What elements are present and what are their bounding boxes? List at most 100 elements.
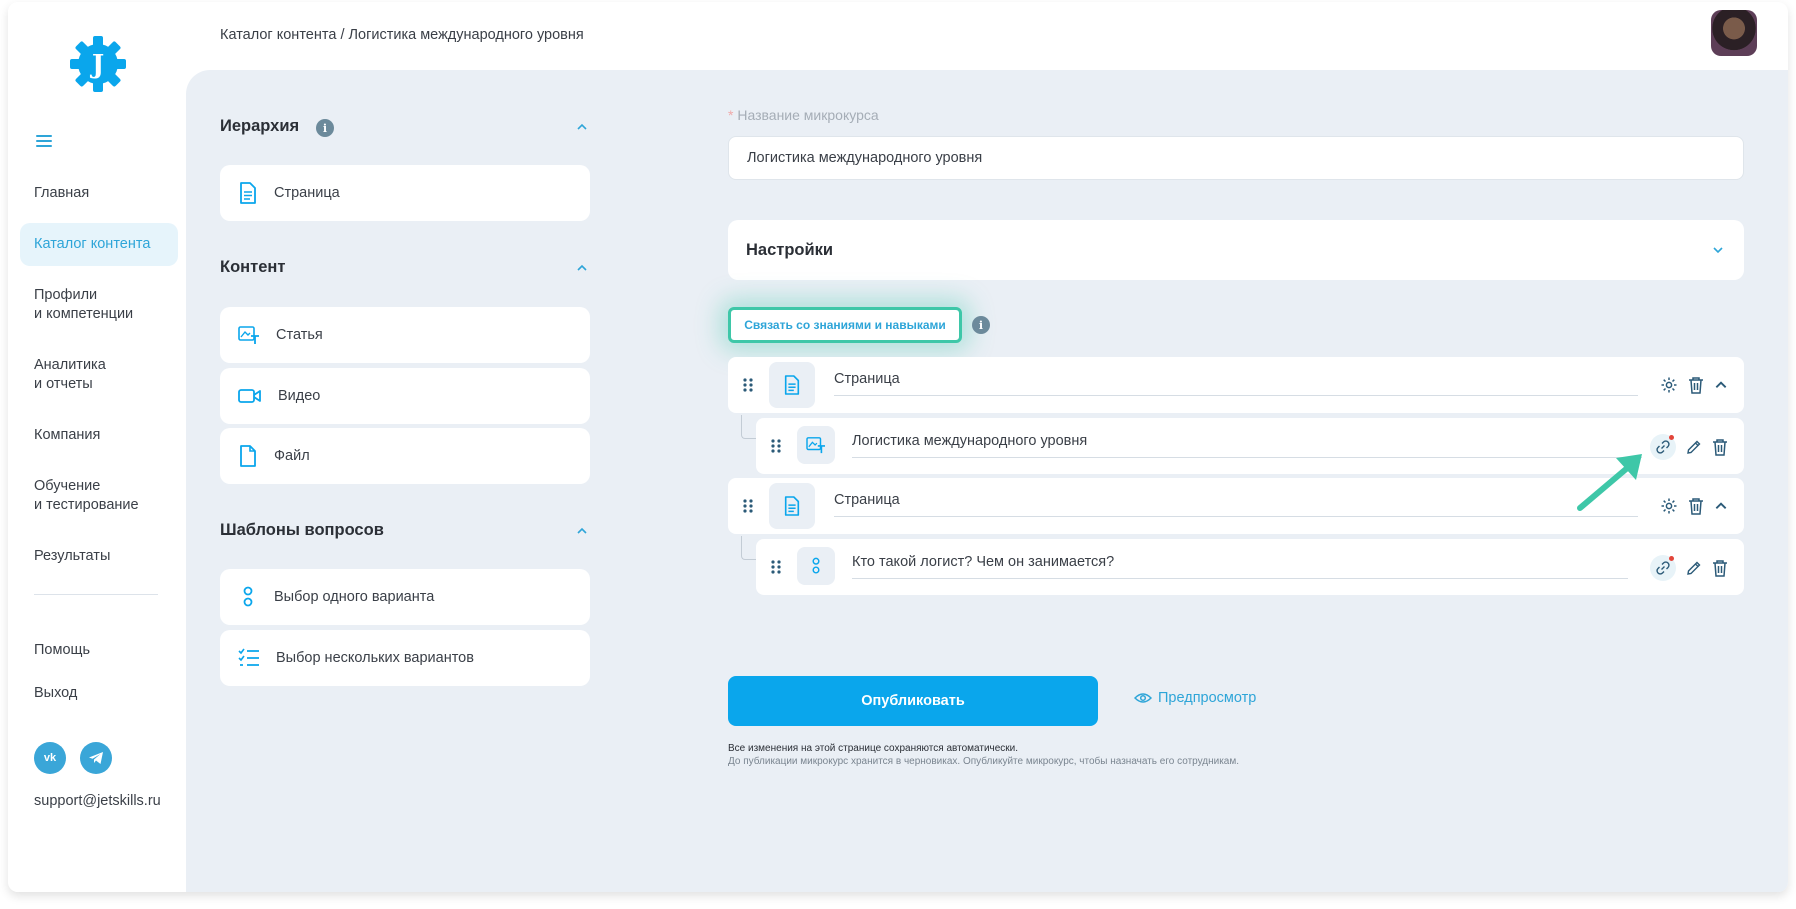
structure-page-row[interactable]: Страница xyxy=(728,357,1744,413)
drag-handle-icon[interactable] xyxy=(742,377,754,393)
pencil-icon[interactable] xyxy=(1686,439,1702,455)
link-skills-info-icon[interactable]: i xyxy=(972,316,990,334)
sidebar-item-profiles[interactable]: Профили и компетенции xyxy=(20,274,178,336)
name-field-label-text: Название микрокурса xyxy=(737,107,879,123)
page-icon xyxy=(240,182,256,204)
single-choice-icon xyxy=(243,586,253,607)
settings-panel[interactable]: Настройки xyxy=(728,220,1744,280)
row-actions xyxy=(1660,497,1728,515)
social-links: vk xyxy=(34,742,112,774)
palette-item-single-choice[interactable]: Выбор одного варианта xyxy=(220,569,590,625)
palette-item-video[interactable]: Видео xyxy=(220,368,590,424)
vk-icon[interactable]: vk xyxy=(34,742,66,774)
palette-item-single-choice-label: Выбор одного варианта xyxy=(274,589,435,605)
app-window: J Главная Каталог контента Профили и ком… xyxy=(8,2,1788,892)
single-choice-icon xyxy=(812,557,820,574)
breadcrumb: Каталог контента / Логистика международн… xyxy=(220,27,584,43)
structure-page-title[interactable]: Страница xyxy=(834,371,1638,396)
page-tile xyxy=(769,483,815,529)
preview-link[interactable]: Предпросмотр xyxy=(1134,690,1256,706)
hierarchy-info-icon[interactable]: i xyxy=(316,119,334,137)
logout-link[interactable]: Выход xyxy=(34,685,90,701)
article-icon xyxy=(806,437,825,454)
structure-page-title[interactable]: Страница xyxy=(834,492,1638,517)
pointer-arrow-icon xyxy=(1577,454,1642,511)
vk-label: vk xyxy=(43,752,57,764)
question-tile xyxy=(797,547,835,585)
trash-icon[interactable] xyxy=(1712,438,1728,456)
sidebar-item-training[interactable]: Обучение и тестирование xyxy=(20,465,178,527)
link-icon[interactable] xyxy=(1650,555,1676,581)
microcourse-name-input[interactable] xyxy=(728,136,1744,180)
sidebar-item-home[interactable]: Главная xyxy=(20,172,178,215)
chevron-up-icon[interactable] xyxy=(1714,378,1728,392)
page-icon xyxy=(784,496,800,516)
palette-item-file[interactable]: Файл xyxy=(220,428,590,484)
palette-item-multi-choice[interactable]: Выбор нескольких вариантов xyxy=(220,630,590,686)
palette-item-page-label: Страница xyxy=(274,185,340,201)
file-icon xyxy=(240,445,256,467)
row-actions xyxy=(1650,434,1728,460)
avatar[interactable] xyxy=(1711,10,1757,56)
logo[interactable]: J xyxy=(66,32,130,96)
telegram-icon[interactable] xyxy=(80,742,112,774)
palette-item-page[interactable]: Страница xyxy=(220,165,590,221)
content-title: Контент xyxy=(220,258,286,276)
settings-expand-icon[interactable] xyxy=(1712,244,1724,256)
multi-choice-icon xyxy=(238,648,259,666)
trash-icon[interactable] xyxy=(1712,559,1728,577)
logo-letter: J xyxy=(90,50,104,80)
eye-icon xyxy=(1134,693,1152,703)
sidebar-item-company[interactable]: Компания xyxy=(20,414,178,457)
article-tile xyxy=(797,426,835,464)
question-templates-collapse-icon[interactable] xyxy=(576,525,588,537)
draft-note: До публикации микрокурс хранится в черно… xyxy=(728,756,1240,767)
notification-dot xyxy=(1669,556,1674,561)
palette-item-multi-choice-label: Выбор нескольких вариантов xyxy=(276,650,474,666)
sidebar-divider xyxy=(34,594,158,595)
required-mark: * xyxy=(728,107,734,123)
structure-article-title[interactable]: Логистика международного уровня xyxy=(852,433,1642,458)
link-icon[interactable] xyxy=(1650,434,1676,460)
help-link[interactable]: Помощь xyxy=(34,642,90,658)
row-actions xyxy=(1660,376,1728,394)
gear-icon[interactable] xyxy=(1660,497,1678,515)
menu-toggle-icon[interactable] xyxy=(36,135,52,149)
main-area: Иерархия i Страница Контент Статья Видео… xyxy=(186,70,1788,892)
content-collapse-icon[interactable] xyxy=(576,262,588,274)
pencil-icon[interactable] xyxy=(1686,560,1702,576)
sidebar-bottom: Помощь Выход xyxy=(34,642,90,728)
sidebar-item-results[interactable]: Результаты xyxy=(20,535,178,578)
palette-item-file-label: Файл xyxy=(274,448,310,464)
trash-icon[interactable] xyxy=(1688,497,1704,515)
question-templates-title: Шаблоны вопросов xyxy=(220,521,384,539)
palette-item-article[interactable]: Статья xyxy=(220,307,590,363)
sidebar-item-content-catalog[interactable]: Каталог контента xyxy=(20,223,178,266)
sidebar-item-analytics[interactable]: Аналитика и отчеты xyxy=(20,344,178,406)
structure-question-title[interactable]: Кто такой логист? Чем он занимается? xyxy=(852,554,1628,579)
preview-label: Предпросмотр xyxy=(1158,690,1257,706)
link-skills-button[interactable]: Связать со знаниями и навыками xyxy=(728,307,962,343)
name-field-label: * Название микрокурса xyxy=(728,107,879,123)
drag-handle-icon[interactable] xyxy=(742,498,754,514)
drag-handle-icon[interactable] xyxy=(770,559,782,575)
row-actions xyxy=(1650,555,1728,581)
hierarchy-title: Иерархия xyxy=(220,117,300,135)
article-icon xyxy=(238,326,259,344)
gear-icon[interactable] xyxy=(1660,376,1678,394)
publish-button[interactable]: Опубликовать xyxy=(728,676,1098,726)
structure-question-row[interactable]: Кто такой логист? Чем он занимается? xyxy=(756,539,1744,595)
hierarchy-collapse-icon[interactable] xyxy=(576,121,588,133)
video-icon xyxy=(238,389,261,403)
palette-item-video-label: Видео xyxy=(278,388,321,404)
chevron-up-icon[interactable] xyxy=(1714,499,1728,513)
sidebar-nav: Главная Каталог контента Профили и компе… xyxy=(20,172,178,586)
trash-icon[interactable] xyxy=(1688,376,1704,394)
page-tile xyxy=(769,362,815,408)
page-icon xyxy=(784,375,800,395)
drag-handle-icon[interactable] xyxy=(770,438,782,454)
sidebar: J Главная Каталог контента Профили и ком… xyxy=(8,2,186,892)
support-email[interactable]: support@jetskills.ru xyxy=(34,793,161,809)
notification-dot xyxy=(1669,435,1674,440)
settings-title: Настройки xyxy=(746,240,834,259)
